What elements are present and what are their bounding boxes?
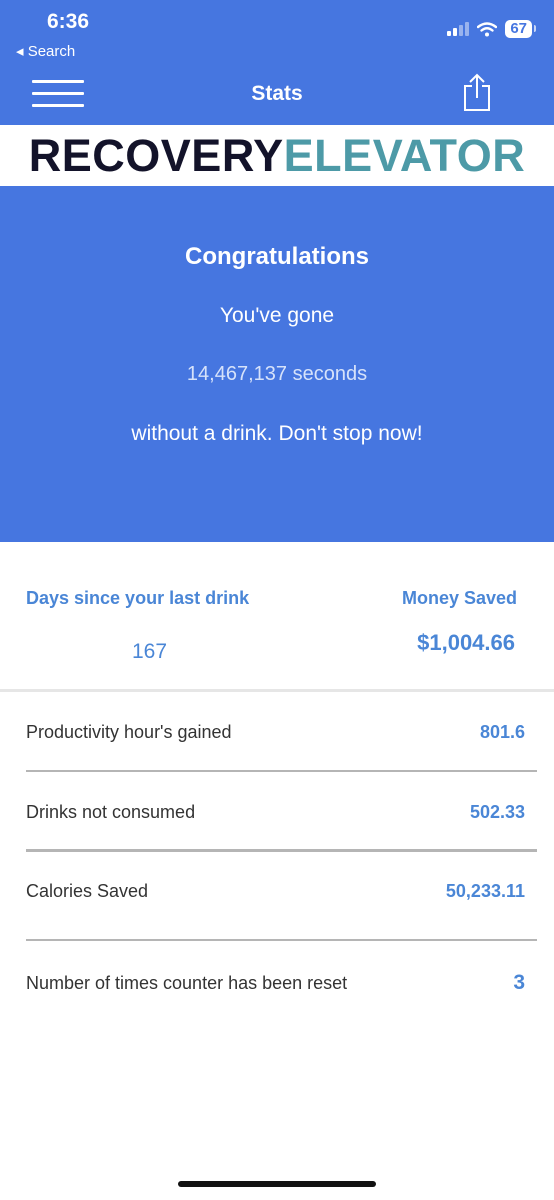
stat-value: 3 [513,971,525,994]
stat-value: 50,233.11 [445,881,525,901]
back-to-search-link[interactable]: ◂ Search [16,42,75,60]
brand-logo-part1: RECOVERY [28,129,284,181]
congratulations-banner: Congratulations You've gone 14,467,137 s… [0,186,554,542]
signal-icon [447,22,470,36]
row-divider [26,849,537,852]
status-time: 6:36 [47,10,90,33]
congratulations-title: Congratulations [185,243,369,270]
brand-logo: RECOVERY ELEVATOR [0,125,554,186]
summary-divider [0,689,554,692]
money-saved-value: $1,004.66 [417,630,515,655]
home-indicator[interactable] [178,1181,376,1187]
stat-label: Calories Saved [26,881,149,901]
brand-logo-part2: ELEVATOR [283,129,526,181]
summary-section: Days since your last drink 167 Money Sav… [0,542,554,692]
hero-line-2: without a drink. Don't stop now! [131,422,423,445]
stat-value: 502.33 [469,802,525,822]
row-divider [26,939,537,941]
status-indicators: 67 [447,20,536,38]
battery-icon: 67 [505,20,536,38]
hero-line-1: You've gone [219,304,335,327]
seconds-counter: 14,467,137 seconds [186,363,368,385]
stat-label: Number of times counter has been reset [26,973,348,993]
row-divider [26,770,537,772]
days-since-value: 167 [132,640,168,663]
top-bar: 6:36 ◂ Search 67 Stats [0,0,554,125]
stat-label: Productivity hour's gained [26,722,232,742]
wifi-icon [477,21,498,36]
share-icon[interactable] [461,72,493,112]
days-since-label: Days since your last drink [26,588,250,608]
stat-label: Drinks not consumed [26,802,196,822]
money-saved-label: Money Saved [401,588,517,608]
stat-value: 801.6 [479,722,525,742]
